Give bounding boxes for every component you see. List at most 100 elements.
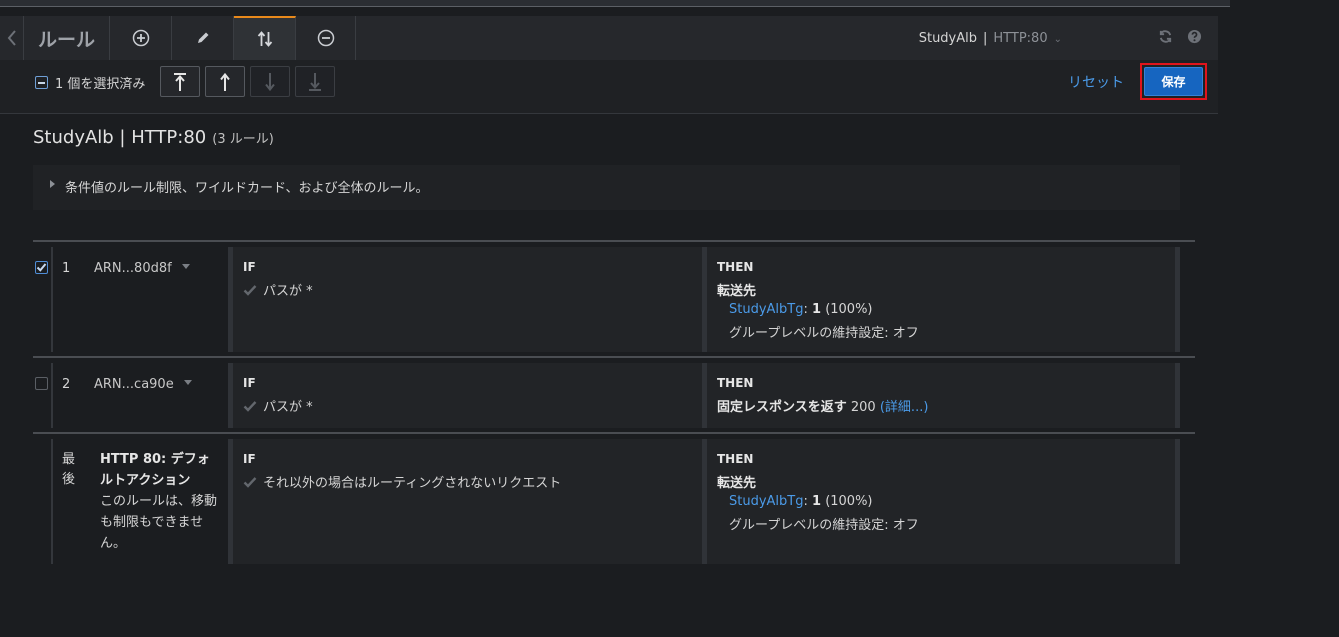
- rule-checkbox-2[interactable]: [35, 377, 48, 390]
- condition-text: パスが *: [263, 400, 313, 415]
- rule-arn: ARN...80d8f: [94, 261, 172, 276]
- move-to-bottom-icon: [309, 72, 321, 91]
- info-expander-text: 条件値のルール制限、ワイルドカード、および全体のルール。: [65, 181, 429, 196]
- target-group-line: StudyAlbTg: 1 (100%): [729, 302, 873, 317]
- selected-count-label: 1 個を選択済み: [55, 77, 146, 92]
- check-icon: [243, 476, 257, 488]
- weight-separator: :: [803, 494, 812, 509]
- listener-selector[interactable]: StudyAlb | HTTP:80 ⌄: [919, 31, 1062, 46]
- target-group-link[interactable]: StudyAlbTg: [729, 302, 803, 317]
- row-left-bar: [51, 247, 53, 352]
- help-icon[interactable]: [1187, 29, 1202, 48]
- caret-down-icon: [181, 264, 190, 269]
- rule-count: (3 ルール): [212, 132, 274, 147]
- rule-checkbox-1[interactable]: [35, 261, 48, 274]
- move-up-icon: [220, 72, 230, 91]
- rule-then-cell: THEN 転送先 StudyAlbTg: 1 (100%) グループレベルの維持…: [702, 439, 1180, 564]
- rule-condition: パスが *: [243, 396, 313, 415]
- rule-priority: 2: [62, 377, 71, 392]
- rule-if-cell: IF パスが *: [228, 247, 702, 352]
- deselect-checkbox[interactable]: [35, 76, 48, 89]
- move-down-button[interactable]: [250, 66, 290, 97]
- reset-link[interactable]: リセット: [1068, 72, 1124, 92]
- listener-port: HTTP:80: [993, 30, 1048, 46]
- rule-arn-dropdown[interactable]: ARN...80d8f: [94, 261, 190, 276]
- listener-selector-area: StudyAlb | HTTP:80 ⌄: [919, 16, 1218, 60]
- condition-text: それ以外の場合はルーティングされないリクエスト: [263, 476, 562, 491]
- rule-then-cell: THEN 固定レスポンスを返す 200 (詳細...): [702, 363, 1180, 428]
- weight-separator: :: [803, 302, 812, 317]
- check-icon: [36, 263, 47, 272]
- refresh-icon[interactable]: [1158, 29, 1173, 48]
- move-to-top-button[interactable]: [160, 66, 200, 97]
- reorder-arrows-icon: [257, 31, 272, 47]
- action-type: 転送先: [717, 472, 756, 491]
- move-to-bottom-button[interactable]: [295, 66, 335, 97]
- action-type-text: 固定レスポンスを返す: [717, 400, 847, 415]
- row-left-bar: [51, 439, 53, 564]
- listener-title: StudyAlb | HTTP:80: [33, 127, 207, 148]
- minus-circle-icon: [317, 29, 334, 47]
- then-label: THEN: [717, 376, 754, 390]
- caret-right-icon: [50, 180, 55, 188]
- default-action-note: このルールは、移動も制限もできません。: [100, 494, 218, 551]
- chevron-down-icon: ⌄: [1053, 33, 1062, 45]
- rule-priority-last: 最後: [62, 452, 76, 487]
- save-button[interactable]: 保存: [1144, 67, 1203, 96]
- then-label: THEN: [717, 260, 754, 274]
- rule-then-cell: THEN 転送先 StudyAlbTg: 1 (100%) グループレベルの維持…: [702, 247, 1180, 352]
- page-title: StudyAlb | HTTP:80 (3 ルール): [33, 127, 274, 148]
- target-weight-percent: (100%): [825, 494, 873, 509]
- rule-if-cell: IF パスが *: [228, 363, 702, 428]
- rule-row-1: 1 ARN...80d8f IF パスが * THEN 転送先 StudyAlb…: [33, 247, 1195, 352]
- top-frame-line: [0, 0, 1230, 7]
- rule-row-2: 2 ARN...ca90e IF パスが * THEN 固定レスポンスを返す 2…: [33, 363, 1195, 428]
- pencil-icon: [197, 32, 208, 43]
- listener-separator: |: [983, 30, 988, 46]
- action-type-text: 転送先: [717, 476, 757, 491]
- target-group-line: StudyAlbTg: 1 (100%): [729, 494, 873, 509]
- target-weight-percent: (100%): [825, 302, 873, 317]
- tab-rules-title: ルール: [24, 16, 110, 60]
- then-label: THEN: [717, 452, 754, 466]
- rule-arn-dropdown[interactable]: ARN...ca90e: [94, 377, 192, 392]
- details-link[interactable]: (詳細...): [880, 400, 929, 415]
- rule-priority: 1: [62, 261, 71, 276]
- rule-condition: パスが *: [243, 280, 313, 299]
- rule-arn: ARN...ca90e: [94, 377, 174, 392]
- if-label: IF: [243, 452, 256, 466]
- listener-name: StudyAlb: [918, 30, 978, 46]
- row-left-bar: [51, 363, 53, 428]
- check-icon: [243, 400, 257, 412]
- target-weight: 1: [812, 302, 822, 317]
- row-divider: [33, 240, 1195, 242]
- status-code: 200: [850, 400, 876, 415]
- row-divider: [33, 356, 1195, 358]
- move-to-top-icon: [174, 72, 186, 91]
- rule-if-cell: IF それ以外の場合はルーティングされないリクエスト: [228, 439, 702, 564]
- rule-condition: それ以外の場合はルーティングされないリクエスト: [243, 472, 561, 491]
- reorder-toolbar: 1 個を選択済み リセット 保存: [0, 60, 1218, 114]
- target-group-link[interactable]: StudyAlbTg: [729, 494, 803, 509]
- default-action-description: HTTP 80: デフォルトアクション このルールは、移動も制限もできません。: [100, 449, 218, 554]
- stickiness-setting: グループレベルの維持設定: オフ: [729, 326, 919, 341]
- default-action-title: HTTP 80: デフォルトアクション: [100, 452, 210, 488]
- add-rule-tab[interactable]: [110, 16, 172, 60]
- back-button[interactable]: [0, 16, 24, 60]
- plus-circle-icon: [132, 29, 149, 47]
- target-weight: 1: [812, 494, 822, 509]
- row-divider: [33, 432, 1195, 434]
- delete-rule-tab[interactable]: [296, 16, 356, 60]
- check-icon: [243, 284, 257, 296]
- condition-text: パスが *: [263, 284, 313, 299]
- if-label: IF: [243, 376, 256, 390]
- action-type: 転送先: [717, 280, 756, 299]
- action-type-text: 転送先: [717, 284, 757, 299]
- if-label: IF: [243, 260, 256, 274]
- move-down-icon: [265, 72, 275, 91]
- info-expander[interactable]: 条件値のルール制限、ワイルドカード、および全体のルール。: [33, 165, 1180, 210]
- edit-rule-tab[interactable]: [172, 16, 234, 60]
- reorder-rules-tab[interactable]: [234, 16, 296, 60]
- action-line: 固定レスポンスを返す 200 (詳細...): [717, 396, 928, 415]
- move-up-button[interactable]: [205, 66, 245, 97]
